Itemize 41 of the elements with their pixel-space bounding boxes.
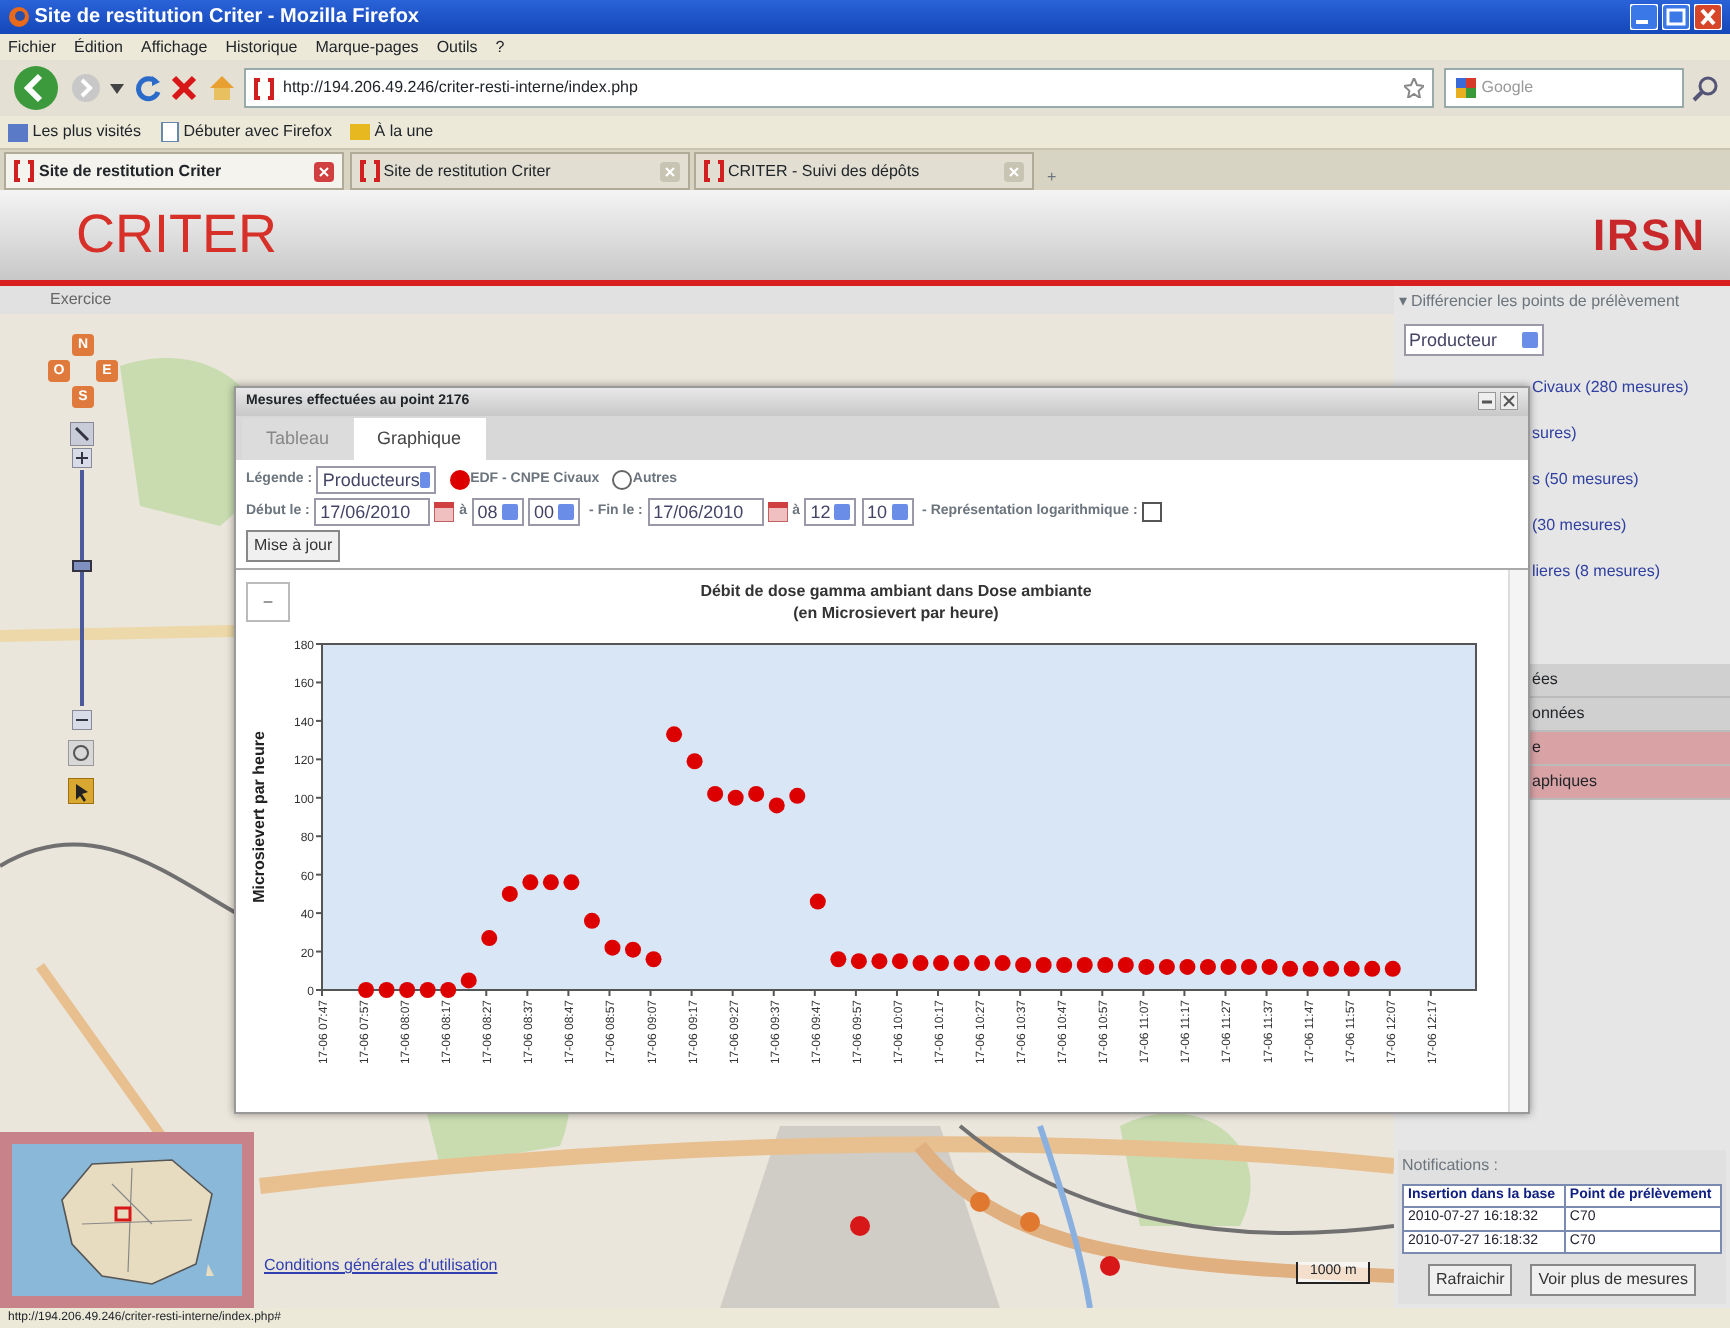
menu-item[interactable]: Fichier — [8, 35, 57, 59]
feed-icon — [350, 122, 371, 142]
site-icon — [703, 160, 724, 182]
star-icon[interactable] — [1404, 78, 1424, 98]
menu-item[interactable]: Affichage — [140, 35, 208, 59]
firefox-icon — [8, 6, 30, 28]
site-icon — [359, 160, 379, 182]
bookmark[interactable]: Débuter avec Firefox — [159, 120, 333, 144]
window-title: Site de restitution Criter - Mozilla Firefox — [34, 4, 419, 32]
search-icon[interactable] — [1692, 75, 1718, 101]
menu-item[interactable]: Marque-pages — [315, 35, 419, 59]
dropdown-caret-icon[interactable] — [110, 83, 124, 93]
site-icon — [14, 160, 35, 182]
browser-tab[interactable]: Site de restitution Criter — [349, 152, 689, 190]
maximize-button[interactable] — [1661, 4, 1690, 30]
menu-item[interactable]: Édition — [74, 35, 123, 59]
bookmark[interactable]: Les plus visités — [8, 120, 141, 144]
bookmarks-icon — [8, 122, 28, 142]
back-button[interactable] — [12, 64, 60, 112]
minimize-button[interactable] — [1477, 392, 1496, 411]
browser-tab[interactable]: Site de restitution Criter — [4, 152, 345, 190]
close-button[interactable] — [1500, 392, 1518, 411]
reload-button[interactable] — [133, 74, 161, 102]
browser-tab[interactable]: CRITER - Suivi des dépôts — [693, 152, 1034, 190]
stop-button[interactable] — [170, 74, 198, 102]
app-title: CRITER — [76, 202, 277, 269]
notification-button[interactable]: Rafraichir — [1428, 1263, 1513, 1295]
menu-item[interactable]: Outils — [436, 35, 478, 59]
google-icon — [1453, 76, 1477, 100]
notification-button[interactable]: Voir plus de mesures — [1530, 1263, 1696, 1295]
page-icon — [159, 122, 179, 142]
address-bar[interactable]: http://194.206.49.246/criter-resti-interne/index.php — [244, 68, 1434, 108]
menu-item[interactable]: ? — [495, 35, 505, 59]
site-icon — [254, 77, 274, 99]
logo: IRSN — [1592, 208, 1706, 264]
panel-heading: Notifications : — [1402, 1154, 1501, 1179]
producer-select[interactable]: Producteur — [1403, 323, 1543, 356]
tab-close-icon[interactable] — [314, 161, 335, 181]
panel-heading[interactable]: ▾ Différencier les points de prélèvement — [1394, 286, 1730, 315]
bookmark[interactable]: À la une — [350, 120, 434, 144]
menu-item[interactable]: Historique — [225, 35, 298, 59]
